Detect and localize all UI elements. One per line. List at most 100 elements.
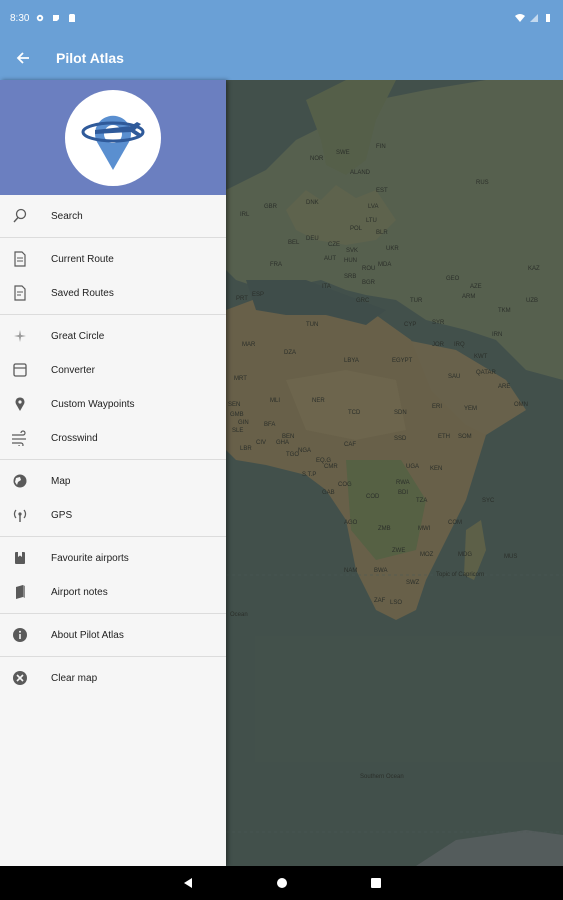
map-label: EST — [376, 188, 388, 194]
map-label: IRQ — [454, 342, 465, 348]
menu-item-search[interactable]: Search — [0, 199, 226, 233]
app-title: Pilot Atlas — [56, 50, 124, 66]
system-nav-bar — [0, 866, 563, 900]
back-button[interactable] — [0, 36, 46, 80]
map-label: OMN — [514, 402, 528, 408]
search-icon — [0, 208, 40, 224]
menu-label: Custom Waypoints — [51, 398, 135, 410]
arrow-back-icon — [16, 52, 29, 64]
pilot-atlas-logo — [65, 89, 161, 186]
menu-label: Converter — [51, 364, 95, 376]
map-label: AGO — [344, 520, 358, 526]
map-label: SSD — [394, 436, 407, 442]
map-label: RUS — [476, 180, 489, 186]
map-label: TKM — [498, 308, 511, 314]
menu-item-custom-waypoints[interactable]: Custom Waypoints — [0, 387, 226, 421]
map-label: KAZ — [528, 266, 540, 272]
settings-icon — [37, 14, 44, 22]
battery-icon — [546, 14, 550, 22]
map-label: MDA — [378, 262, 392, 268]
map-label: GBR — [264, 204, 278, 210]
map-label: MDG — [458, 552, 472, 558]
circle-home-icon — [276, 878, 287, 888]
globe-icon — [0, 473, 40, 489]
map-label: GEO — [446, 276, 460, 282]
map-label: MLI — [270, 398, 281, 404]
nav-home-button[interactable] — [274, 875, 290, 891]
map-label: ZAF — [374, 598, 386, 604]
status-time: 8:30 — [10, 12, 30, 24]
map-label: LSO — [390, 600, 403, 606]
menu-item-map[interactable]: Map — [0, 464, 226, 498]
menu-label: GPS — [51, 509, 73, 521]
map-label: GIN — [238, 420, 249, 426]
map-label: ETH — [438, 434, 450, 440]
map-label: CMR — [324, 464, 338, 470]
map-label: EQ.G — [316, 458, 332, 464]
nav-recents-button[interactable] — [368, 875, 384, 891]
nav-back-button[interactable] — [180, 875, 196, 891]
map-label: UZB — [526, 298, 538, 304]
sim-icon — [69, 14, 76, 22]
map-label: IRL — [240, 212, 250, 218]
map-label: S.T.P — [302, 472, 317, 478]
map-label: PRT — [236, 296, 248, 302]
map-label: ARM — [462, 294, 476, 300]
menu-label: Saved Routes — [51, 287, 114, 299]
menu-label: Crosswind — [51, 432, 98, 444]
map-label: BGR — [362, 280, 376, 286]
map-label: MAR — [242, 342, 256, 348]
map-label: BFA — [264, 422, 276, 428]
map-label: BWA — [374, 568, 388, 574]
great-circle-icon — [0, 328, 40, 344]
menu-item-gps[interactable]: GPS — [0, 498, 226, 532]
saved-doc-icon — [0, 285, 40, 301]
map-label: SWE — [336, 150, 350, 156]
map-label: SVK — [346, 248, 359, 254]
drawer-header — [0, 80, 226, 195]
map-label: YEM — [464, 406, 478, 412]
menu-item-current-route[interactable]: Current Route — [0, 242, 226, 276]
map-label: MOZ — [420, 552, 434, 558]
map-label: TZA — [416, 498, 428, 504]
menu-item-airport-notes[interactable]: Airport notes — [0, 575, 226, 609]
map-label: NER — [312, 398, 325, 404]
menu-item-great-circle[interactable]: Great Circle — [0, 319, 226, 353]
menu-group-airports: Favourite airports Airport notes — [0, 537, 226, 614]
map-label: Ocean — [230, 612, 248, 618]
map-label: SOM — [458, 434, 472, 440]
map-label: TUR — [410, 298, 423, 304]
map-label: DEU — [306, 236, 319, 242]
map-view[interactable]: ALAND EST LVA LTU POL BLR UKR MDA ROU BG… — [226, 80, 563, 866]
map-label: TCD — [348, 410, 361, 416]
menu-label: Map — [51, 475, 71, 487]
map-label: SYR — [432, 320, 445, 326]
map-label: CZE — [328, 242, 340, 248]
menu-item-saved-routes[interactable]: Saved Routes — [0, 276, 226, 310]
menu-item-favourite-airports[interactable]: Favourite airports — [0, 541, 226, 575]
map-label: COG — [338, 482, 352, 488]
menu-group-clear: Clear map — [0, 657, 226, 699]
menu-item-converter[interactable]: Converter — [0, 353, 226, 387]
map-label: ROU — [362, 266, 376, 272]
map-label: KWT — [474, 354, 488, 360]
map-label: AZE — [470, 284, 482, 290]
map-label: FRA — [270, 262, 282, 268]
menu-item-crosswind[interactable]: Crosswind — [0, 421, 226, 455]
signal-icon — [530, 14, 538, 22]
map-label: LTU — [366, 218, 377, 224]
map-label: LBYA — [344, 358, 359, 364]
map-label: AUT — [324, 256, 336, 262]
wifi-icon — [515, 14, 525, 22]
map-label: ALAND — [350, 170, 371, 176]
app-bar: Pilot Atlas — [0, 36, 563, 80]
menu-item-clear-map[interactable]: Clear map — [0, 661, 226, 695]
menu-label: About Pilot Atlas — [51, 629, 124, 641]
triangle-back-icon — [183, 878, 192, 888]
menu-group-search: Search — [0, 195, 226, 238]
map-label: MUS — [504, 554, 518, 560]
menu-item-about[interactable]: About Pilot Atlas — [0, 618, 226, 652]
map-label: RWA — [396, 480, 410, 486]
map-label: GRC — [356, 298, 370, 304]
map-label: DNK — [306, 200, 319, 206]
